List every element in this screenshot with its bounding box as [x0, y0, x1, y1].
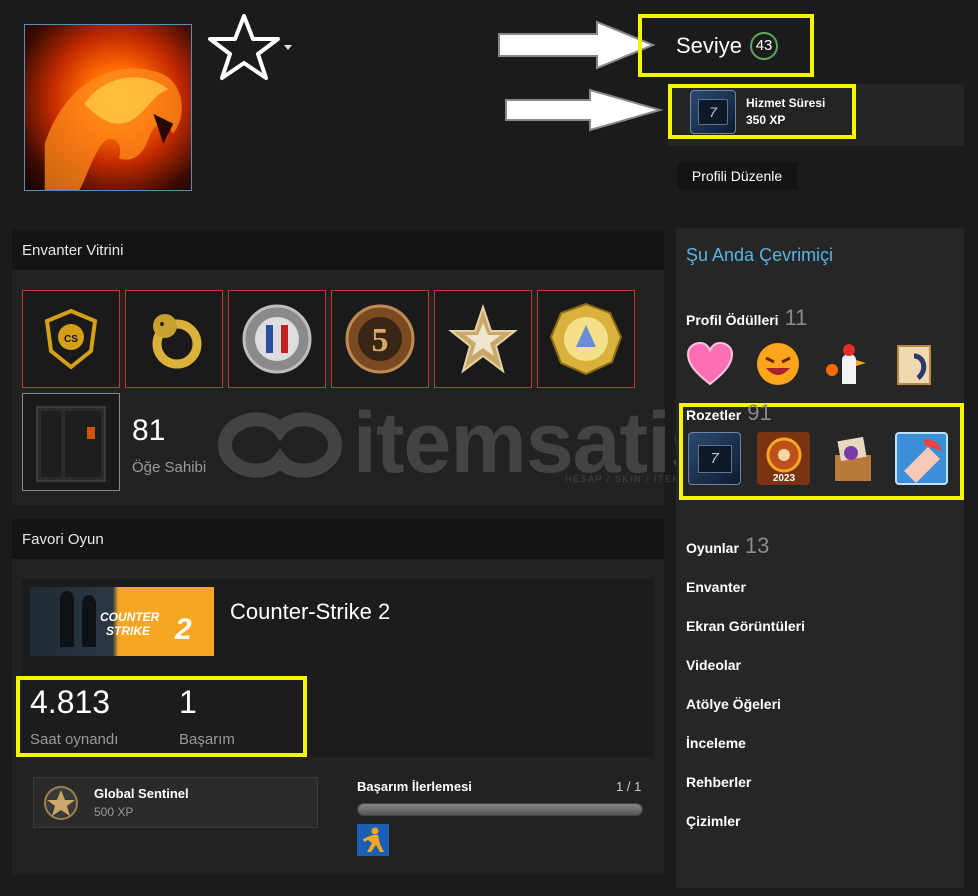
golden-snake-icon	[152, 314, 202, 369]
years-service-badge-icon[interactable]: 7	[688, 432, 741, 485]
scroll-award-icon[interactable]	[890, 340, 938, 388]
favorite-star-icon[interactable]	[206, 12, 286, 82]
svg-text:COUNTER: COUNTER	[100, 610, 160, 624]
nav-link-videos[interactable]: Videolar	[686, 657, 741, 673]
hours-played-value: 4.813	[30, 684, 111, 720]
achievement-progress-count: 1 / 1	[616, 779, 642, 794]
game-badge-card[interactable]: Global Sentinel 500 XP	[33, 777, 318, 828]
favorite-game-title: Favori Oyun	[12, 519, 664, 559]
heart-award-icon[interactable]	[686, 340, 734, 388]
owned-label: Öğe Sahibi	[132, 459, 207, 476]
games-label: Oyunlar	[686, 540, 739, 556]
game-badge-name: Global Sentinel	[94, 786, 189, 801]
badges-label: Rozetler	[686, 407, 742, 423]
achievement-progress-label: Başarım İlerlemesi	[357, 779, 472, 794]
profile-awards-header[interactable]: Profil Ödülleri 11	[686, 305, 807, 331]
game-capsule[interactable]: COUNTER STRIKE 2	[30, 587, 214, 656]
arrow-annotation-icon	[498, 20, 656, 70]
game-title[interactable]: Counter-Strike 2	[230, 599, 390, 625]
gift-box-badge-icon[interactable]	[826, 432, 879, 485]
achievements-value: 1	[179, 684, 197, 720]
profile-awards-row	[686, 340, 938, 388]
nav-link-inventory[interactable]: Envanter	[686, 579, 746, 595]
years-of-service-badge[interactable]: 7 Hizmet Süresi 350 XP	[668, 84, 856, 139]
nav-link-reviews[interactable]: İnceleme	[686, 735, 746, 751]
cs2-capsule-icon: COUNTER STRIKE 2	[60, 591, 192, 647]
star-badge-icon	[448, 303, 518, 374]
steam-2023-badge-icon[interactable]: 2023	[757, 432, 810, 485]
inventory-item-france-coin[interactable]	[228, 290, 326, 388]
avatar	[24, 24, 192, 191]
global-sentinel-icon	[44, 785, 78, 820]
gold-coin-icon	[549, 302, 623, 376]
inventory-item-five-year-coin[interactable]: 5	[331, 290, 429, 388]
inventory-item-golden-snake[interactable]	[125, 290, 223, 388]
svg-text:CS: CS	[64, 334, 78, 345]
inventory-item-star-badge[interactable]	[434, 290, 532, 388]
games-count: 13	[744, 533, 770, 558]
svg-text:STRIKE: STRIKE	[106, 624, 151, 638]
edit-profile-button[interactable]: Profili Düzenle	[677, 162, 797, 190]
game-badge-xp: 500 XP	[94, 805, 134, 819]
nav-link-guides[interactable]: Rehberler	[686, 774, 751, 790]
cs-go-badge-icon: CS	[44, 308, 98, 370]
inventory-item-gold-coin[interactable]	[537, 290, 635, 388]
badges-header[interactable]: Rozetler 91	[686, 400, 772, 426]
achievement-icon[interactable]	[357, 824, 389, 856]
badges-count: 91	[747, 400, 772, 425]
level-highlight: Seviye 43	[638, 14, 814, 77]
inventory-item-case[interactable]	[22, 393, 120, 491]
weapon-case-icon	[36, 406, 106, 482]
arrow-annotation-icon	[505, 88, 664, 132]
inventory-showcase-title: Envanter Vitrini	[12, 230, 664, 270]
inventory-item-cs-go-badge[interactable]: CS	[22, 290, 120, 388]
badge-title: Hizmet Süresi	[746, 96, 826, 110]
profile-awards-label: Profil Ödülleri	[686, 312, 779, 328]
five-year-veteran-icon: 5	[345, 304, 415, 374]
profile-awards-count: 11	[784, 305, 808, 330]
achievement-progress-bar	[357, 803, 643, 816]
svg-text:2: 2	[174, 613, 192, 646]
progress-fill	[358, 804, 642, 815]
svg-text:2023: 2023	[772, 473, 795, 484]
achievements-label: Başarım	[179, 731, 235, 748]
level-label: Seviye	[676, 32, 743, 58]
hours-played-label: Saat oynandı	[30, 731, 119, 748]
chicken-award-icon[interactable]	[822, 340, 870, 388]
owned-count: 81	[132, 414, 166, 447]
major-coin-icon	[242, 304, 312, 374]
level-badge[interactable]: 43	[750, 31, 779, 60]
nav-link-artwork[interactable]: Çizimler	[686, 813, 740, 829]
svg-text:5: 5	[372, 322, 389, 359]
badge-xp: 350 XP	[746, 113, 786, 127]
summer-sale-badge-icon[interactable]	[895, 432, 948, 485]
years-service-icon: 7	[690, 89, 736, 134]
nav-link-screenshots[interactable]: Ekran Görüntüleri	[686, 618, 805, 634]
badges-row: 7 2023	[688, 432, 948, 485]
laughing-award-icon[interactable]	[754, 340, 802, 388]
online-status: Şu Anda Çevrimiçi	[686, 245, 834, 265]
chevron-down-icon[interactable]	[284, 45, 292, 50]
games-header[interactable]: Oyunlar 13	[686, 533, 769, 559]
nav-link-workshop[interactable]: Atölye Öğeleri	[686, 696, 781, 712]
